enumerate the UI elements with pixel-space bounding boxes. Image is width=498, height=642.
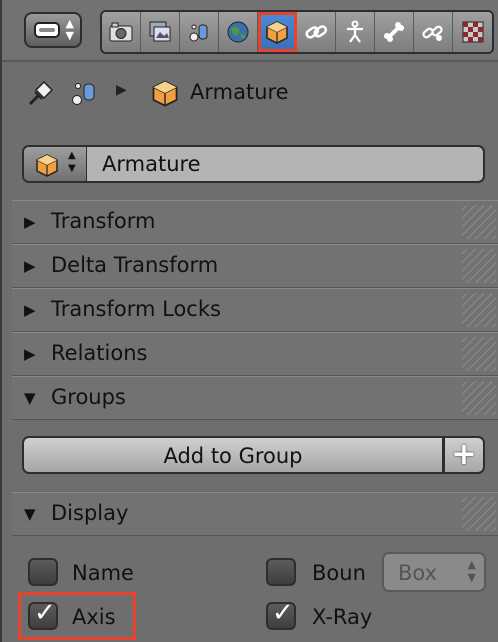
object-cube-icon [152, 80, 178, 107]
object-name-value[interactable]: Armature [102, 152, 201, 176]
panel-transform-locks[interactable]: ▶ Transform Locks [12, 288, 498, 332]
panel-title: Transform [51, 209, 156, 233]
bone-icon [384, 22, 404, 42]
panel-drag-grip[interactable] [462, 205, 496, 239]
tab-render[interactable] [102, 12, 141, 52]
panel-drag-grip[interactable] [462, 497, 496, 531]
bounds-checkbox-label: Boun [312, 561, 366, 585]
axis-highlight-box [18, 592, 136, 640]
context-breadcrumb: ▶ Armature [2, 62, 498, 126]
panel-drag-grip[interactable] [462, 381, 496, 415]
updown-arrows-icon: ▲ ▼ [467, 558, 476, 584]
tab-armature-data[interactable] [336, 12, 375, 52]
armature-data-icon [347, 20, 363, 43]
name-checkbox-label: Name [72, 561, 134, 585]
tab-render-layers[interactable] [141, 12, 180, 52]
add-group-plus-button[interactable]: + [444, 436, 485, 474]
panel-drag-grip[interactable] [462, 249, 496, 283]
panel-title: Display [51, 501, 129, 525]
xray-checkbox[interactable]: ✓ [266, 598, 296, 630]
properties-editor: ▲ ▼ ▶ Armature ▲ ▼ Armature ▶ Transform … [0, 0, 498, 642]
constraints-icon [305, 25, 328, 39]
object-name-field[interactable]: ▲ ▼ Armature [22, 145, 485, 183]
collapsed-triangle-icon: ▶ [24, 345, 36, 363]
scene-objects-icon [72, 83, 95, 105]
panel-title: Groups [51, 385, 126, 409]
panel-groups[interactable]: ▼ Groups [12, 376, 498, 420]
collapsed-triangle-icon: ▶ [24, 301, 36, 319]
name-checkbox[interactable] [28, 558, 58, 586]
pin-icon[interactable] [26, 80, 54, 108]
add-to-group-button[interactable]: Add to Group [22, 436, 444, 474]
collapsed-triangle-icon: ▶ [24, 213, 36, 231]
expanded-triangle-icon: ▼ [24, 505, 36, 523]
tab-world[interactable] [219, 12, 258, 52]
properties-tab-strip: ▲ ▼ [2, 0, 498, 62]
bone-constraints-icon [422, 25, 443, 41]
bounds-type-select[interactable]: Box ▲ ▼ [382, 552, 486, 592]
object-icon [266, 21, 288, 44]
panel-delta-transform[interactable]: ▶ Delta Transform [12, 244, 498, 288]
tab-texture[interactable] [453, 12, 492, 52]
texture-icon [462, 21, 483, 43]
xray-checkbox-label: X-Ray [312, 605, 373, 629]
checkmark-icon: ✓ [272, 598, 294, 628]
render-layers-icon [149, 21, 171, 42]
bounds-type-value: Box [398, 561, 438, 585]
updown-arrows-icon: ▲ ▼ [68, 150, 76, 174]
panel-display[interactable]: ▼ Display [12, 492, 498, 536]
tab-constraints[interactable] [297, 12, 336, 52]
tab-scene[interactable] [180, 12, 219, 52]
scene-icon [189, 24, 208, 42]
breadcrumb-chevron-icon: ▶ [116, 82, 127, 98]
render-icon [109, 22, 133, 42]
tab-bone[interactable] [375, 12, 414, 52]
bounds-checkbox[interactable] [266, 558, 296, 586]
panel-drag-grip[interactable] [462, 293, 496, 327]
collapsed-triangle-icon: ▶ [24, 257, 36, 275]
object-cube-icon [36, 154, 58, 177]
context-tabs [100, 10, 494, 54]
breadcrumb-object-name: Armature [190, 80, 289, 104]
panel-title: Transform Locks [51, 297, 221, 321]
panel-title: Delta Transform [51, 253, 219, 277]
editor-type-button[interactable]: ▲ ▼ [24, 12, 82, 48]
tab-bone-constraints[interactable] [414, 12, 453, 52]
panel-relations[interactable]: ▶ Relations [12, 332, 498, 376]
panel-title: Relations [51, 341, 148, 365]
object-browse-button[interactable]: ▲ ▼ [24, 147, 87, 181]
world-icon [227, 21, 249, 43]
panel-drag-grip[interactable] [462, 337, 496, 371]
panel-transform[interactable]: ▶ Transform [12, 200, 498, 244]
expanded-triangle-icon: ▼ [24, 389, 36, 407]
tab-object[interactable] [258, 12, 297, 52]
